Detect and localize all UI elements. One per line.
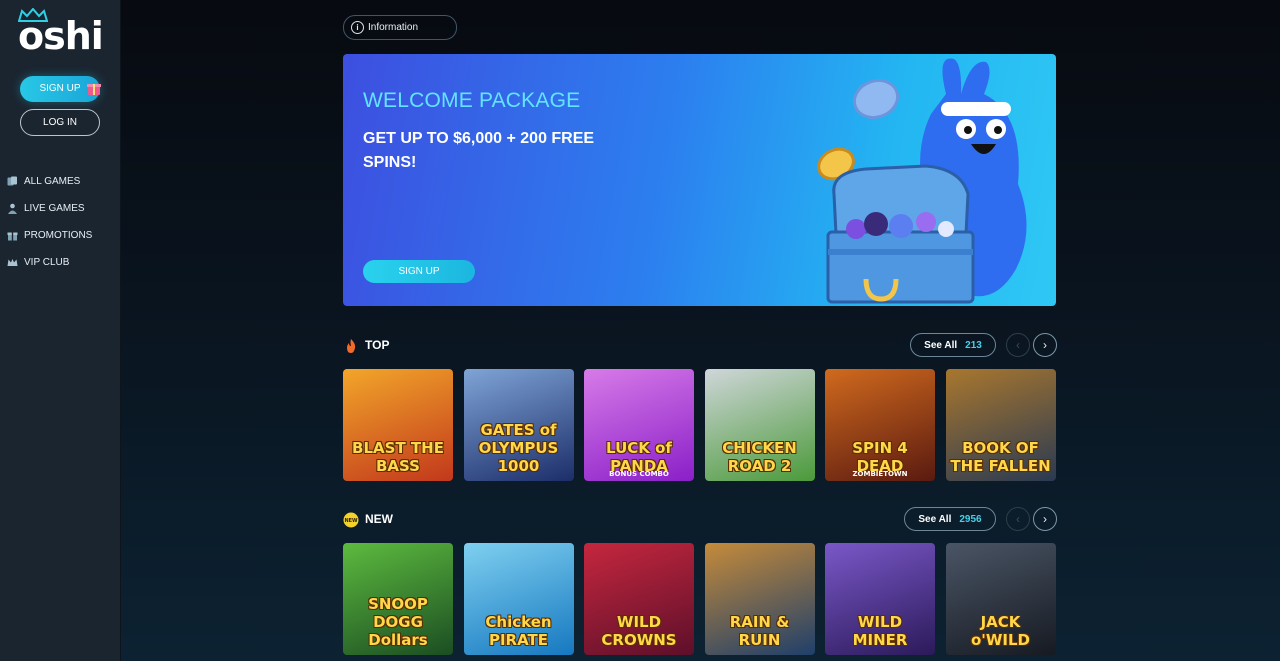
dealer-icon — [6, 203, 18, 215]
game-tile[interactable]: BOOK OF THE FALLEN — [945, 369, 1056, 481]
see-all-label: See All — [918, 513, 952, 525]
game-title: WILD MINER — [852, 613, 908, 649]
section-title-new: NEW — [365, 512, 393, 526]
top-prev-button[interactable]: ‹ — [1006, 333, 1030, 357]
see-all-label: See All — [924, 339, 958, 351]
game-tile[interactable]: WILD MINER — [825, 543, 935, 655]
welcome-banner[interactable]: WELCOME PACKAGE GET UP TO $6,000 + 200 F… — [343, 54, 1056, 306]
sidebar-item-vip-club[interactable]: VIP CLUB — [6, 249, 92, 276]
game-title: BLAST THE BASS — [352, 439, 444, 475]
information-button[interactable]: i Information — [343, 15, 457, 40]
game-tile[interactable]: CHICKEN ROAD 2 — [704, 369, 815, 481]
banner-title: WELCOME PACKAGE — [363, 89, 581, 112]
new-badge-text: NEW — [344, 518, 358, 524]
game-title: JACK o'WILD — [970, 613, 1031, 649]
game-subtitle: BONUS COMBO — [609, 470, 669, 478]
new-badge-icon: NEW — [343, 512, 359, 528]
info-icon: i — [351, 21, 364, 34]
gift-icon — [6, 230, 18, 242]
game-title: CHICKEN ROAD 2 — [722, 439, 797, 475]
game-tile[interactable]: SNOOP DOGG Dollars — [343, 543, 453, 655]
banner-sign-up-button[interactable]: SIGN UP — [363, 260, 475, 283]
sidebar-item-live-games[interactable]: LIVE GAMES — [6, 195, 92, 222]
sidebar-item-label: PROMOTIONS — [24, 230, 93, 241]
new-games-row: SNOOP DOGG Dollars Chicken PIRATE WILD CRO… — [343, 543, 1056, 655]
game-tile[interactable]: GATES of OLYMPUS 1000 — [463, 369, 574, 481]
new-see-all-button[interactable]: See All 2956 — [904, 507, 996, 531]
game-tile[interactable]: BLAST THE BASS — [343, 369, 453, 481]
chevron-left-icon: ‹ — [1016, 338, 1020, 352]
sidebar-nav: ALL GAMES LIVE GAMES PROMOTIONS VIP CLUB — [6, 168, 92, 276]
information-label: Information — [368, 22, 419, 33]
top-next-button[interactable]: › — [1033, 333, 1057, 357]
sidebar: oshi SIGN UP LOG IN ALL GAMES LIVE GAMES… — [0, 0, 121, 661]
sidebar-item-all-games[interactable]: ALL GAMES — [6, 168, 92, 195]
new-next-button[interactable]: › — [1033, 507, 1057, 531]
top-games-row: BLAST THE BASS GATES of OLYMPUS 1000 LUCK … — [343, 369, 1056, 481]
game-title: GATES of OLYMPUS 1000 — [478, 421, 559, 475]
game-tile[interactable]: Chicken PIRATE — [463, 543, 574, 655]
see-all-count: 2956 — [959, 513, 982, 525]
oshi-logo[interactable]: oshi — [18, 8, 108, 58]
logo-text: oshi — [18, 14, 104, 58]
sidebar-item-label: LIVE GAMES — [24, 203, 85, 214]
game-title: SNOOP DOGG Dollars — [368, 595, 428, 649]
game-tile[interactable]: RAIN & RUIN — [704, 543, 815, 655]
top-section-header: TOP See All 213 ‹ › — [343, 333, 1057, 359]
game-title: Chicken PIRATE — [485, 613, 552, 649]
chevron-left-icon: ‹ — [1016, 512, 1020, 526]
game-title: RAIN & RUIN — [729, 613, 790, 649]
fire-icon — [347, 339, 356, 353]
crown-icon — [6, 257, 18, 269]
chevron-right-icon: › — [1043, 338, 1047, 352]
section-title-top: TOP — [365, 338, 390, 352]
game-tile[interactable]: JACK o'WILD — [945, 543, 1056, 655]
game-tile[interactable]: WILD CROWNS — [584, 543, 694, 655]
gift-icon — [87, 84, 101, 95]
sidebar-item-promotions[interactable]: PROMOTIONS — [6, 222, 92, 249]
sidebar-item-label: ALL GAMES — [24, 176, 81, 187]
new-prev-button[interactable]: ‹ — [1006, 507, 1030, 531]
game-tile[interactable]: SPIN 4 DEAD ZOMBIETOWN — [825, 369, 935, 481]
cards-icon — [6, 176, 18, 188]
chevron-right-icon: › — [1043, 512, 1047, 526]
game-tile[interactable]: LUCK of PANDA BONUS COMBO — [584, 369, 694, 481]
top-see-all-button[interactable]: See All 213 — [910, 333, 996, 357]
log-in-button[interactable]: LOG IN — [20, 109, 100, 136]
game-title: WILD CROWNS — [601, 613, 677, 649]
game-title: BOOK OF THE FALLEN — [950, 439, 1051, 475]
game-subtitle: ZOMBIETOWN — [852, 470, 908, 478]
banner-subtitle: GET UP TO $6,000 + 200 FREE SPINS! — [363, 130, 595, 171]
see-all-count: 213 — [965, 339, 982, 351]
treasure-chest-mascot-illustration — [817, 58, 1027, 304]
sidebar-item-label: VIP CLUB — [24, 257, 70, 268]
new-section-header: NEW NEW See All 2956 ‹ › — [343, 507, 1057, 533]
